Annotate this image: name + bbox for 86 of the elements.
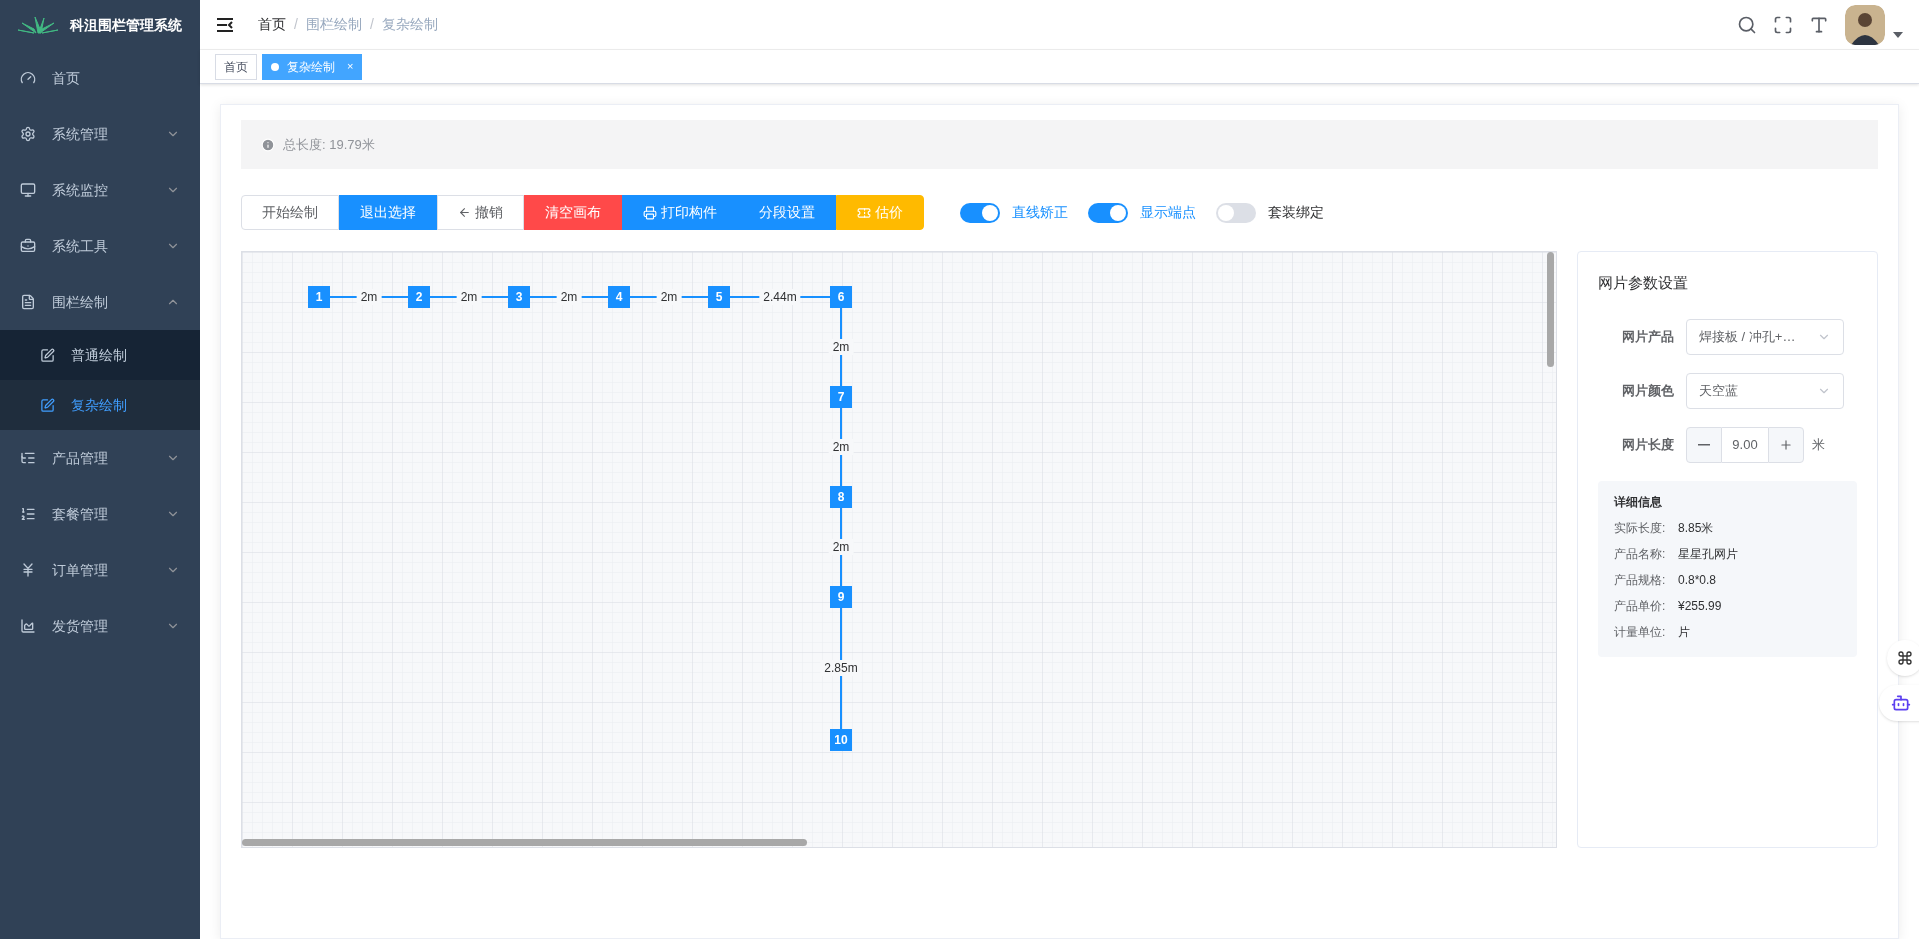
assistant-button[interactable] [1879, 685, 1919, 721]
sidebar-item[interactable]: 首页 [0, 50, 200, 106]
toggle-switch[interactable] [1088, 202, 1128, 223]
minus-icon [1698, 443, 1710, 446]
sidebar-item[interactable]: 围栏绘制 [0, 274, 200, 330]
document-icon [20, 294, 36, 310]
list-icon [20, 506, 36, 522]
detail-value: 星星孔网片 [1678, 545, 1738, 563]
detail-value: 8.85米 [1678, 519, 1714, 537]
fullscreen-icon[interactable] [1773, 14, 1793, 35]
breadcrumb-item: 围栏绘制 [305, 15, 362, 34]
sidebar-item[interactable]: 发货管理 [0, 598, 200, 654]
select-field[interactable]: 天空蓝 [1686, 372, 1844, 409]
plus-icon [1779, 437, 1793, 452]
detail-value: ¥255.99 [1678, 597, 1722, 615]
sidebar-item[interactable]: 订单管理 [0, 542, 200, 598]
sidebar-item[interactable]: 套餐管理 [0, 486, 200, 542]
detail-value: 0.8*0.8 [1678, 571, 1717, 589]
detail-label: 产品名称: [1614, 545, 1667, 563]
toolbar-button[interactable]: 撤销 [437, 195, 524, 230]
sidebar-item[interactable]: 系统管理 [0, 106, 200, 162]
toggle-switch[interactable] [1216, 202, 1256, 223]
sidebar-item[interactable]: 系统监控 [0, 162, 200, 218]
detail-value: 片 [1678, 623, 1690, 641]
switch-label: 直线矫正 [1012, 203, 1068, 222]
switch-label: 套装绑定 [1268, 203, 1324, 222]
app-title: 科沮围栏管理系统 [70, 15, 182, 35]
segment-length: 2m [556, 289, 582, 305]
breadcrumb-separator: / [294, 15, 298, 34]
segment-length: 2m [356, 289, 382, 305]
vertical-scrollbar[interactable] [1547, 252, 1554, 367]
unit-label: 米 [1812, 435, 1825, 454]
segment-length: 2m [828, 539, 854, 555]
sidebar-item[interactable]: 系统工具 [0, 218, 200, 274]
toolbar-button[interactable]: 清空画布 [524, 195, 622, 230]
gauge-icon [20, 70, 36, 86]
tree-list-icon [20, 450, 36, 466]
field-label: 网片产品 [1621, 327, 1675, 346]
segment-length: 2.85m [820, 660, 862, 677]
panel-title: 网片参数设置 [1598, 273, 1689, 293]
length-input[interactable]: 9.00 [1722, 426, 1768, 463]
horizontal-scrollbar[interactable] [242, 839, 807, 846]
toggle-switch[interactable] [960, 202, 1000, 223]
caret-icon[interactable] [1893, 31, 1903, 38]
info-icon [261, 137, 275, 152]
ticket-icon [857, 205, 871, 220]
edit-icon [40, 397, 55, 413]
logo-icon [18, 15, 58, 35]
detail-label: 计量单位: [1614, 623, 1667, 641]
drawing-canvas[interactable]: 2m 2m 2m 2m 2.44m 2m 2m 2m 2.85m 1 2 3 4 5 6 7 8 9 10 [241, 251, 1557, 848]
edit-icon [40, 347, 55, 363]
detail-label: 产品规格: [1614, 571, 1667, 589]
segment-length: 2m [456, 289, 482, 305]
breadcrumb-separator: / [369, 15, 374, 34]
breadcrumb-item: 复杂绘制 [381, 15, 438, 34]
yen-icon [20, 562, 36, 578]
avatar[interactable] [1845, 4, 1885, 45]
printer-icon [643, 205, 657, 220]
bot-icon [1891, 693, 1911, 713]
detail-label: 实际长度: [1614, 519, 1667, 537]
arrow-left-icon [458, 206, 471, 219]
chart-icon [20, 618, 36, 634]
menu-icon[interactable] [216, 16, 234, 33]
breadcrumb-item[interactable]: 首页 [258, 14, 286, 35]
details-title: 详细信息 [1614, 493, 1663, 511]
segment-length: 2m [656, 289, 682, 305]
gear-icon [20, 126, 36, 142]
toolbar-button[interactable]: 开始绘制 [241, 195, 339, 230]
sidebar-item[interactable]: 产品管理 [0, 430, 200, 486]
briefcase-icon [20, 238, 36, 254]
sidebar-subitem[interactable]: 复杂绘制 [0, 380, 200, 430]
field-label: 网片长度 [1621, 435, 1675, 454]
sidebar-subitem[interactable]: 普通绘制 [0, 330, 200, 380]
tab[interactable]: 首页 [215, 53, 257, 80]
total-length: 总长度: 19.79米 [283, 135, 375, 154]
segment-length: 2m [828, 439, 854, 455]
field-label: 网片颜色 [1621, 381, 1675, 400]
segment-length: 2.44m [759, 289, 801, 305]
search-icon[interactable] [1737, 14, 1757, 35]
command-icon [1897, 650, 1913, 666]
monitor-icon [20, 182, 36, 198]
segment-length: 2m [828, 339, 854, 355]
switch-label: 显示端点 [1140, 203, 1196, 222]
floating-button[interactable] [1887, 640, 1919, 676]
select-field[interactable]: 焊接板 / 冲孔+… [1686, 318, 1844, 355]
detail-label: 产品单价: [1614, 597, 1667, 615]
